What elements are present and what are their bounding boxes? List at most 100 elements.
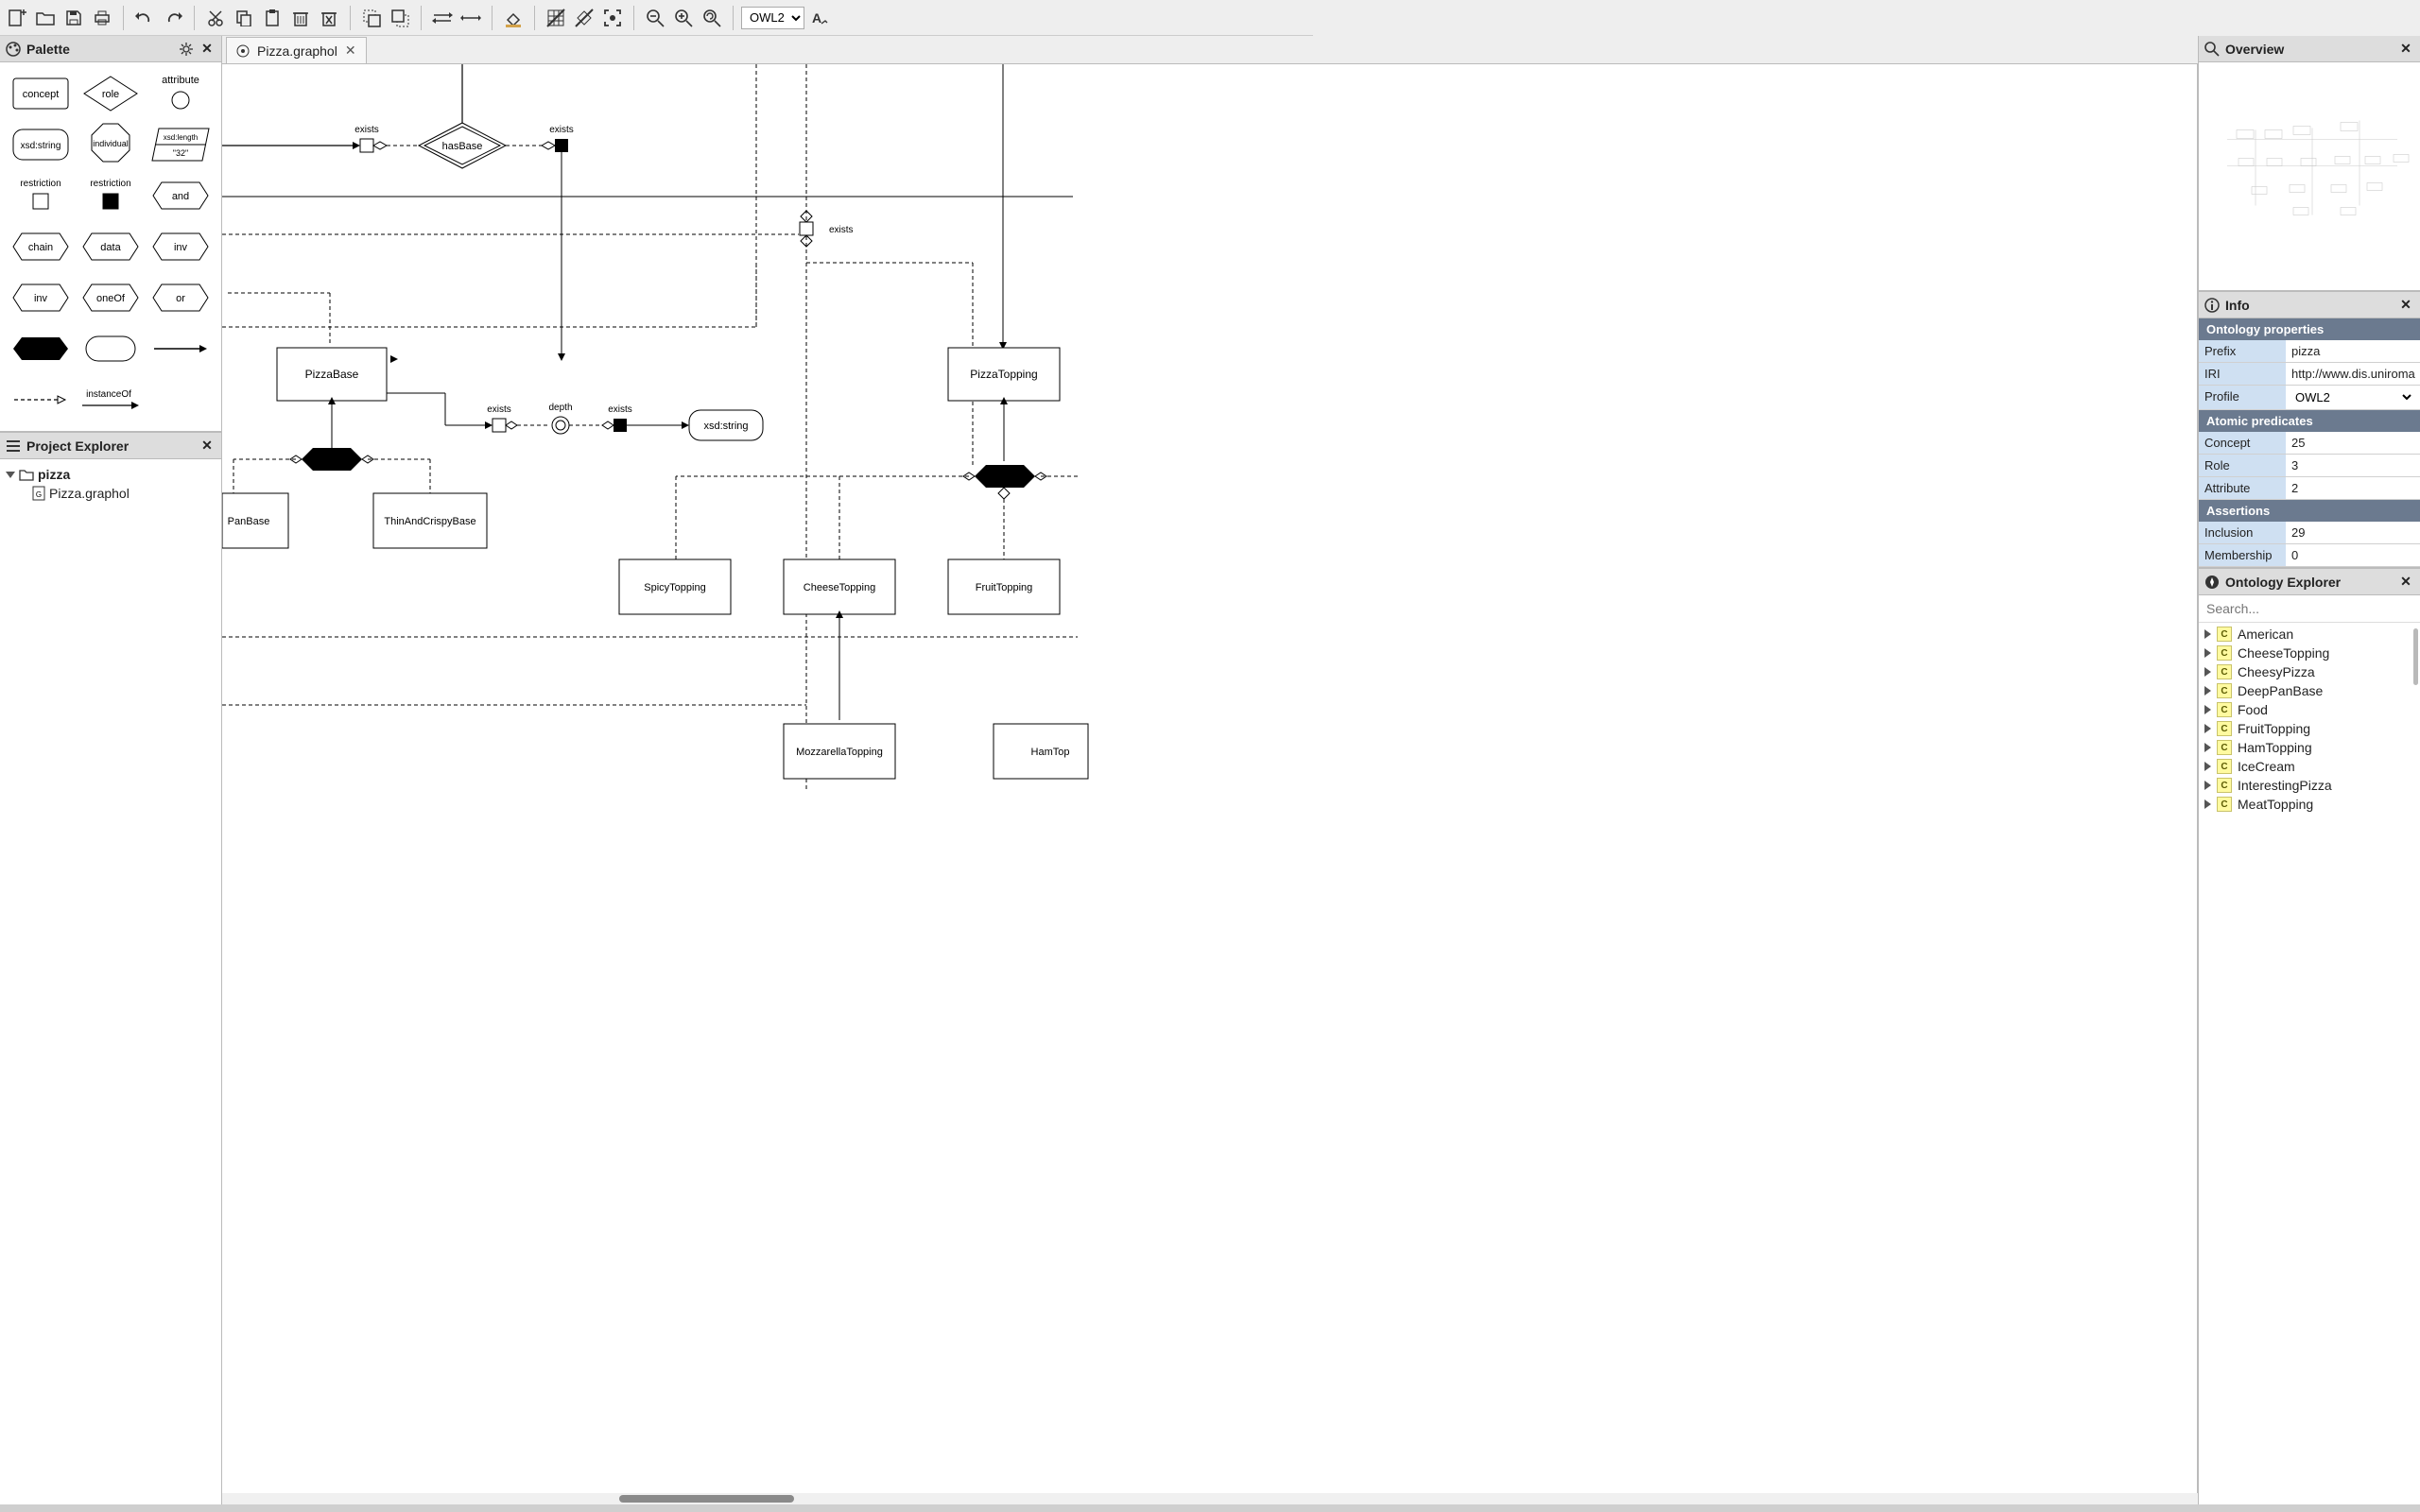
list-item[interactable]: CIceCream: [2199, 757, 2420, 776]
palette-restriction[interactable]: restriction: [9, 174, 72, 217]
save-icon[interactable]: [60, 5, 87, 31]
palette-dashed[interactable]: [9, 378, 72, 421]
expand-icon[interactable]: [2204, 667, 2211, 677]
profile-dropdown[interactable]: OWL2: [2291, 389, 2414, 405]
delete-schedule-icon[interactable]: [316, 5, 342, 31]
expand-icon[interactable]: [2204, 762, 2211, 771]
cut-icon[interactable]: [202, 5, 229, 31]
project-root[interactable]: pizza: [6, 465, 216, 484]
project-file[interactable]: G Pizza.graphol: [6, 484, 216, 503]
tab-pizza[interactable]: Pizza.graphol ✕: [226, 37, 367, 63]
palette-concept[interactable]: concept: [9, 72, 72, 115]
tab-bar: Pizza.graphol ✕: [222, 36, 2198, 64]
palette-black-hex[interactable]: [9, 327, 72, 370]
close-icon[interactable]: ✕: [345, 43, 356, 59]
swap-h-icon[interactable]: [429, 5, 456, 31]
info-row-role: Role3: [2199, 455, 2420, 477]
palette-facet[interactable]: xsd:length"32": [149, 123, 212, 166]
list-item[interactable]: CCheesyPizza: [2199, 662, 2420, 681]
fill-color-icon[interactable]: [500, 5, 527, 31]
center-focus-icon[interactable]: [599, 5, 626, 31]
snap-icon[interactable]: [571, 5, 597, 31]
palette-attribute[interactable]: attribute: [149, 72, 212, 115]
ontology-list[interactable]: CAmerican CCheeseTopping CCheesyPizza CD…: [2199, 623, 2420, 1512]
palette-arrow[interactable]: [149, 327, 212, 370]
resize-h-icon[interactable]: [458, 5, 484, 31]
new-file-icon[interactable]: [4, 5, 30, 31]
svg-text:PizzaTopping: PizzaTopping: [970, 368, 1037, 381]
svg-text:MozzarellaTopping: MozzarellaTopping: [796, 747, 883, 758]
open-folder-icon[interactable]: [32, 5, 59, 31]
search-icon: [2204, 42, 2220, 57]
svg-text:or: or: [176, 293, 185, 304]
font-icon[interactable]: A: [806, 5, 833, 31]
list-item[interactable]: CFood: [2199, 700, 2420, 719]
palette-rounded[interactable]: [79, 327, 142, 370]
palette-and[interactable]: and: [149, 174, 212, 217]
palette-or[interactable]: or: [149, 276, 212, 319]
palette-role[interactable]: role: [79, 72, 142, 115]
list-item[interactable]: CMeatTopping: [2199, 795, 2420, 814]
paste-icon[interactable]: [259, 5, 285, 31]
expand-icon[interactable]: [6, 472, 15, 478]
ontology-explorer-title: Ontology Explorer: [2225, 575, 2341, 590]
expand-icon[interactable]: [2204, 799, 2211, 809]
horizontal-scrollbar[interactable]: [222, 1493, 2198, 1504]
palette-inv[interactable]: inv: [149, 225, 212, 268]
diagram-canvas[interactable]: hasBase exists exists exists PizzaBase: [222, 64, 2198, 1493]
overview-panel: Overview ✕: [2198, 36, 2420, 291]
zoom-out-icon[interactable]: [642, 5, 668, 31]
palette-data[interactable]: data: [79, 225, 142, 268]
print-icon[interactable]: [89, 5, 115, 31]
zoom-reset-icon[interactable]: [699, 5, 725, 31]
close-icon[interactable]: ✕: [2397, 574, 2414, 591]
list-item[interactable]: CAmerican: [2199, 625, 2420, 644]
expand-icon[interactable]: [2204, 648, 2211, 658]
search-input[interactable]: [2199, 595, 2420, 623]
close-icon[interactable]: ✕: [199, 41, 216, 58]
palette-chain[interactable]: chain: [9, 225, 72, 268]
copy-icon[interactable]: [231, 5, 257, 31]
grid-off-icon[interactable]: [543, 5, 569, 31]
overview-minimap[interactable]: [2199, 62, 2420, 290]
gear-icon[interactable]: [178, 41, 195, 58]
list-item[interactable]: CCheeseTopping: [2199, 644, 2420, 662]
svg-text:exists: exists: [608, 404, 632, 415]
info-row-profile[interactable]: ProfileOWL2: [2199, 386, 2420, 410]
palette-oneof[interactable]: oneOf: [79, 276, 142, 319]
expand-icon[interactable]: [2204, 629, 2211, 639]
list-item[interactable]: CFruitTopping: [2199, 719, 2420, 738]
palette-valuedomain[interactable]: xsd:string: [9, 123, 72, 166]
expand-icon[interactable]: [2204, 686, 2211, 696]
expand-icon[interactable]: [2204, 705, 2211, 714]
concept-badge-icon: C: [2217, 627, 2232, 642]
expand-icon[interactable]: [2204, 743, 2211, 752]
undo-icon[interactable]: [131, 5, 158, 31]
send-back-icon[interactable]: [387, 5, 413, 31]
palette-individual[interactable]: individual: [79, 123, 142, 166]
palette-inv2[interactable]: inv: [9, 276, 72, 319]
concept-badge-icon: C: [2217, 702, 2232, 717]
close-icon[interactable]: ✕: [2397, 297, 2414, 314]
status-bar: [0, 1504, 2420, 1512]
expand-icon[interactable]: [2204, 781, 2211, 790]
profile-select[interactable]: OWL2: [741, 7, 804, 29]
close-icon[interactable]: ✕: [199, 438, 216, 455]
bring-front-icon[interactable]: [358, 5, 385, 31]
palette-instanceof[interactable]: instanceOf: [79, 378, 142, 421]
redo-icon[interactable]: [160, 5, 186, 31]
delete-icon[interactable]: [287, 5, 314, 31]
list-item[interactable]: CHamTopping: [2199, 738, 2420, 757]
concept-badge-icon: C: [2217, 721, 2232, 736]
palette-range-restriction[interactable]: restriction: [79, 174, 142, 217]
svg-text:xsd:string: xsd:string: [21, 141, 61, 151]
close-icon[interactable]: ✕: [2397, 41, 2414, 58]
svg-text:xsd:length: xsd:length: [164, 133, 198, 142]
scrollbar-thumb[interactable]: [2413, 628, 2418, 685]
expand-icon[interactable]: [2204, 724, 2211, 733]
list-item[interactable]: CInterestingPizza: [2199, 776, 2420, 795]
list-item[interactable]: CDeepPanBase: [2199, 681, 2420, 700]
scrollbar-thumb[interactable]: [619, 1495, 794, 1503]
concept-badge-icon: C: [2217, 740, 2232, 755]
zoom-in-icon[interactable]: [670, 5, 697, 31]
